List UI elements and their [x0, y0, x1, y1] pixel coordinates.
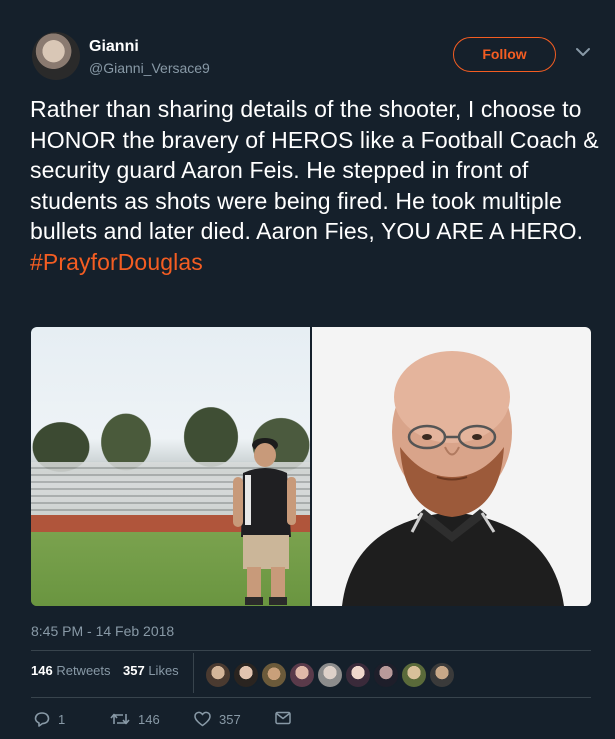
retweet-icon: [110, 713, 130, 725]
tweet-body: Rather than sharing details of the shoot…: [30, 96, 606, 244]
likes-stat[interactable]: 357 Likes: [123, 663, 179, 678]
reply-icon: [34, 712, 50, 727]
retweets-count: 146: [31, 663, 53, 678]
tweet-text: Rather than sharing details of the shoot…: [30, 94, 600, 277]
stats-separator: [193, 653, 194, 693]
liker-avatar[interactable]: [373, 662, 399, 688]
heart-icon: [194, 711, 211, 727]
tweet-card: Gianni @Gianni_Versace9 Follow Rather th…: [0, 0, 615, 739]
likes-label: Likes: [148, 663, 179, 678]
display-name[interactable]: Gianni: [89, 38, 139, 56]
liker-avatar[interactable]: [317, 662, 343, 688]
avatar[interactable]: [32, 32, 80, 80]
hashtag-link[interactable]: #PrayforDouglas: [30, 249, 203, 275]
retweet-count: 146: [138, 711, 160, 727]
likes-count: 357: [123, 663, 145, 678]
photo-portrait[interactable]: [312, 327, 591, 606]
media-gallery[interactable]: [31, 327, 591, 606]
liker-avatar[interactable]: [233, 662, 259, 688]
retweets-label: Retweets: [56, 663, 111, 678]
divider-top: [31, 650, 591, 651]
message-button[interactable]: [275, 711, 291, 725]
user-handle[interactable]: @Gianni_Versace9: [89, 60, 210, 76]
photo-coach-field[interactable]: [31, 327, 310, 606]
like-button[interactable]: 357: [194, 711, 241, 727]
liker-avatar[interactable]: [205, 662, 231, 688]
chevron-down-icon[interactable]: [574, 45, 592, 59]
retweet-button[interactable]: 146: [110, 711, 160, 727]
reply-button[interactable]: 1: [34, 711, 65, 727]
liker-avatar[interactable]: [429, 662, 455, 688]
envelope-icon: [275, 711, 291, 725]
liker-avatar[interactable]: [289, 662, 315, 688]
retweets-stat[interactable]: 146 Retweets: [31, 663, 111, 678]
divider-bottom: [31, 697, 591, 698]
portrait-figure: [342, 351, 564, 606]
tweet-timestamp[interactable]: 8:45 PM - 14 Feb 2018: [31, 623, 174, 639]
liker-avatar[interactable]: [401, 662, 427, 688]
photo-person: [233, 438, 296, 605]
like-count: 357: [219, 711, 241, 727]
follow-button[interactable]: Follow: [453, 37, 556, 72]
reply-count: 1: [58, 711, 66, 727]
liker-avatar[interactable]: [261, 662, 287, 688]
liker-avatar[interactable]: [345, 662, 371, 688]
